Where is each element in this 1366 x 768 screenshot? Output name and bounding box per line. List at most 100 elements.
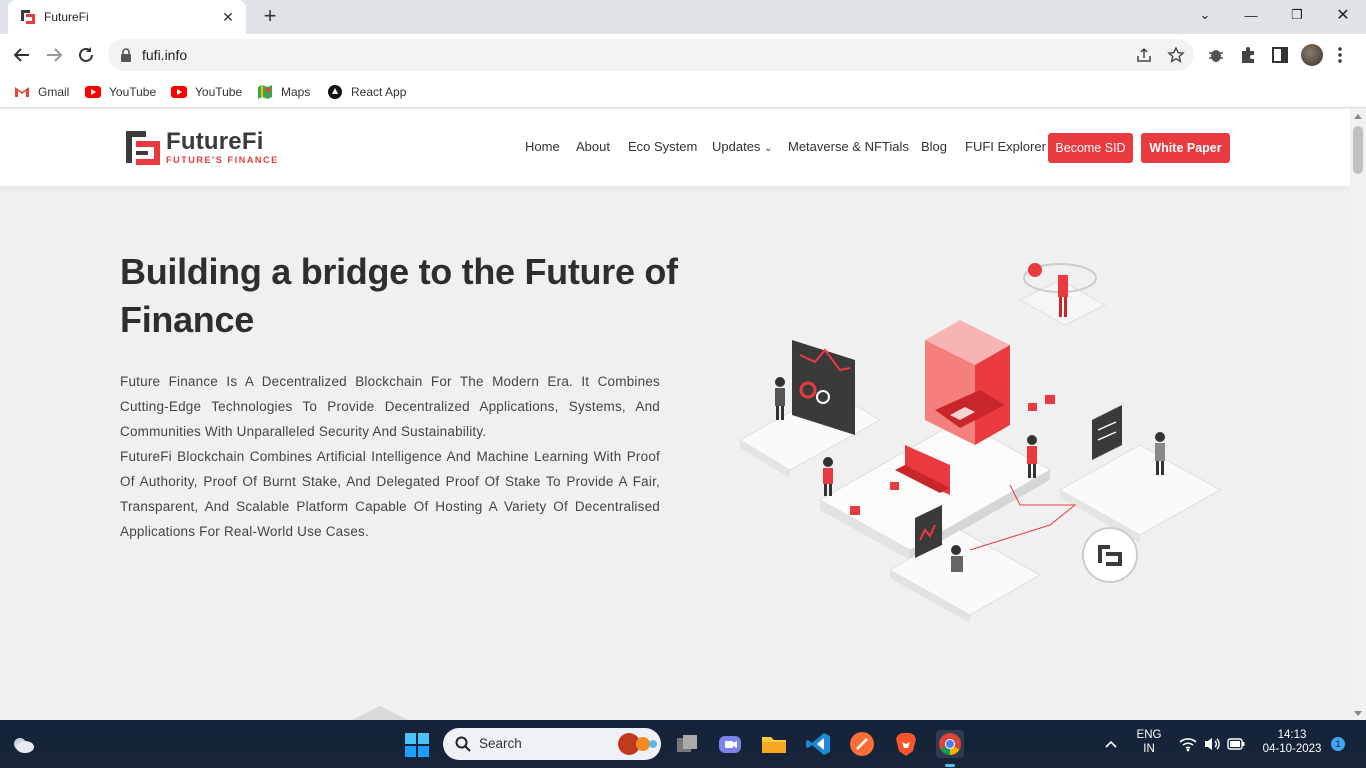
search-highlight-icon bbox=[618, 733, 657, 755]
reload-button[interactable] bbox=[74, 43, 98, 67]
bookmark-maps[interactable]: Maps bbox=[257, 82, 310, 102]
chevron-down-icon: ⌄ bbox=[764, 143, 773, 154]
maps-icon bbox=[257, 84, 273, 100]
language-indicator[interactable]: ENG IN bbox=[1133, 729, 1165, 755]
floating-cube bbox=[1045, 395, 1055, 404]
hero-isometric-illustration bbox=[739, 263, 1222, 623]
battery-icon[interactable] bbox=[1227, 738, 1245, 750]
person-left bbox=[775, 377, 785, 420]
scroll-up-icon[interactable] bbox=[1354, 114, 1362, 119]
clock-time: 14:13 bbox=[1277, 729, 1307, 741]
tab-title: FutureFi bbox=[44, 10, 89, 24]
back-button[interactable] bbox=[10, 43, 34, 67]
bookmark-gmail[interactable]: Gmail bbox=[14, 82, 69, 102]
active-app-indicator bbox=[945, 764, 955, 767]
teams-chat-icon[interactable] bbox=[716, 730, 744, 758]
extensions-puzzle-icon[interactable] bbox=[1238, 45, 1258, 65]
hero-title: Building a bridge to the Future of Finan… bbox=[120, 251, 678, 340]
futurefi-logo-icon bbox=[126, 131, 160, 165]
forward-arrow-icon bbox=[47, 48, 63, 62]
chevron-up-icon[interactable] bbox=[1104, 739, 1118, 749]
file-explorer-icon[interactable] bbox=[760, 730, 788, 758]
language-line-1: ENG bbox=[1136, 729, 1162, 741]
bookmark-label: YouTube bbox=[109, 85, 157, 99]
vscode-icon[interactable] bbox=[804, 730, 832, 758]
url-text: fufi.info bbox=[142, 47, 188, 63]
brave-browser-icon[interactable] bbox=[892, 730, 920, 758]
fufi-coin-icon bbox=[1082, 527, 1138, 583]
site-header: FutureFi FUTURE'S FINANCE Home About Eco… bbox=[0, 109, 1350, 186]
extension-bug-icon[interactable] bbox=[1206, 45, 1226, 65]
minimize-button[interactable]: — bbox=[1228, 0, 1274, 30]
postman-icon[interactable] bbox=[848, 730, 876, 758]
floating-cube bbox=[1028, 403, 1037, 411]
futurefi-favicon-icon bbox=[21, 10, 35, 24]
nav-updates[interactable]: Updates ⌄ bbox=[712, 139, 772, 154]
share-icon[interactable] bbox=[1135, 46, 1153, 64]
chrome-menu-icon[interactable] bbox=[1330, 45, 1350, 65]
hero-paragraph-2: FutureFi Blockchain Combines Artificial … bbox=[120, 449, 660, 539]
new-tab-button[interactable]: + bbox=[258, 5, 282, 28]
bookmark-label: Gmail bbox=[38, 85, 70, 99]
scroll-peek-shape bbox=[350, 706, 410, 721]
nav-home[interactable]: Home bbox=[525, 139, 560, 154]
right-dashboard-screen bbox=[1092, 405, 1122, 460]
volume-icon[interactable] bbox=[1203, 736, 1221, 752]
chrome-icon[interactable] bbox=[936, 730, 964, 767]
browser-tab[interactable]: FutureFi ✕ bbox=[8, 0, 246, 34]
search-label: Search bbox=[479, 736, 522, 751]
clock[interactable]: 14:13 04-10-2023 bbox=[1256, 729, 1328, 755]
react-app-icon bbox=[327, 84, 343, 100]
bookmark-youtube[interactable]: YouTube bbox=[85, 82, 156, 102]
close-window-button[interactable]: ✕ bbox=[1320, 0, 1366, 30]
restore-button[interactable]: ❐ bbox=[1274, 0, 1320, 30]
taskbar-search-box[interactable]: Search bbox=[443, 728, 661, 760]
page-scrollbar[interactable] bbox=[1350, 109, 1366, 720]
futurefi-logo[interactable]: FutureFi FUTURE'S FINANCE bbox=[126, 129, 279, 165]
bookmark-label: YouTube bbox=[195, 85, 243, 99]
hero-description: Future Finance Is A Decentralized Blockc… bbox=[120, 369, 660, 544]
bookmark-label: React App bbox=[351, 85, 407, 99]
lock-icon bbox=[121, 48, 131, 62]
back-arrow-icon bbox=[13, 48, 29, 62]
nav-about[interactable]: About bbox=[576, 139, 610, 154]
forward-button[interactable] bbox=[42, 43, 66, 67]
bookmark-react-app[interactable]: React App bbox=[327, 82, 406, 102]
youtube-icon bbox=[85, 84, 101, 100]
browser-toolbar: fufi.info bbox=[0, 34, 1366, 76]
logo-name: FutureFi bbox=[166, 127, 264, 155]
nav-metaverse-nftials[interactable]: Metaverse & NFTials bbox=[788, 139, 909, 154]
address-bar[interactable]: fufi.info bbox=[108, 39, 1194, 71]
language-line-2: IN bbox=[1143, 743, 1155, 755]
nav-eco-system[interactable]: Eco System bbox=[628, 139, 697, 154]
bookmark-star-icon[interactable] bbox=[1167, 46, 1185, 64]
side-panel-icon[interactable] bbox=[1270, 45, 1290, 65]
wifi-icon[interactable] bbox=[1179, 736, 1197, 752]
task-view-icon[interactable] bbox=[673, 730, 701, 758]
browser-tab-strip: FutureFi ✕ + ⌄ — ❐ ✕ bbox=[0, 0, 1366, 34]
tab-close-icon[interactable]: ✕ bbox=[218, 7, 238, 27]
floating-cube bbox=[850, 506, 860, 515]
clock-date: 04-10-2023 bbox=[1262, 743, 1322, 755]
weather-cloud-icon[interactable] bbox=[10, 732, 36, 756]
gmail-icon bbox=[14, 84, 30, 100]
bookmark-label: Maps bbox=[281, 85, 311, 99]
central-block bbox=[925, 320, 1010, 445]
platform-right bbox=[1058, 444, 1222, 543]
hero-paragraph-1: Future Finance Is A Decentralized Blockc… bbox=[120, 374, 660, 439]
logo-tagline: FUTURE'S FINANCE bbox=[166, 154, 279, 165]
windows-taskbar: Search ENG IN 14:13 04-10-2023 bbox=[0, 720, 1366, 768]
notification-badge[interactable]: 1 bbox=[1331, 737, 1345, 751]
windows-start-icon[interactable] bbox=[404, 732, 430, 758]
nav-blog[interactable]: Blog bbox=[921, 139, 947, 154]
scroll-down-icon[interactable] bbox=[1354, 711, 1362, 716]
nav-fufi-explorer[interactable]: FUFI Explorer bbox=[965, 139, 1046, 154]
bookmark-youtube-2[interactable]: YouTube bbox=[171, 82, 242, 102]
profile-avatar[interactable] bbox=[1301, 44, 1323, 66]
white-paper-button[interactable]: White Paper bbox=[1141, 133, 1230, 163]
tab-search-icon[interactable]: ⌄ bbox=[1182, 0, 1228, 30]
become-sid-button[interactable]: Become SID bbox=[1048, 133, 1133, 163]
floating-cube bbox=[890, 482, 899, 490]
scroll-thumb[interactable] bbox=[1353, 126, 1363, 174]
person-red-left bbox=[823, 457, 833, 496]
